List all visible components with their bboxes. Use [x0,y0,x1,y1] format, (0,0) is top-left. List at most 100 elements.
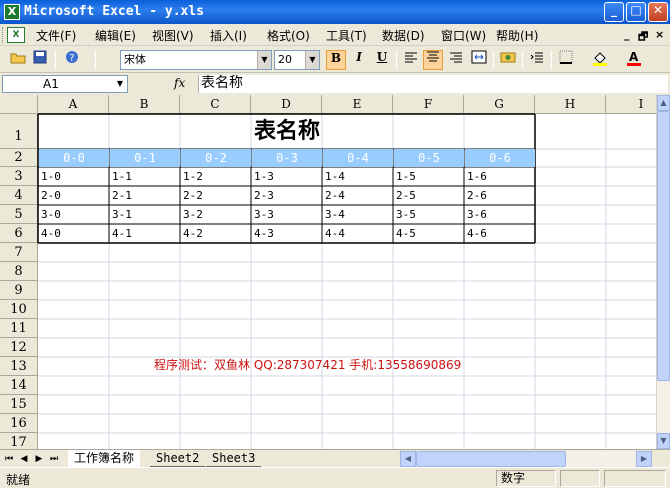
table-data-cell[interactable]: 1-2 [181,167,251,186]
contact-note-cell[interactable]: 程序测试：双鱼林 QQ:287307421 手机:13558690869 [154,356,461,373]
save-icon[interactable] [30,50,50,70]
table-data-cell[interactable]: 3-3 [252,205,322,224]
close-button[interactable]: ✕ [648,2,668,22]
table-header-cell[interactable]: 0-3 [252,149,322,167]
formula-input[interactable]: 表名称 [198,75,668,93]
last-sheet-icon[interactable]: ⏭ [48,452,60,466]
menu-window[interactable]: 窗口(W) [441,27,486,43]
mdi-minimize-button[interactable]: _ [624,28,630,41]
table-data-cell[interactable]: 4-0 [39,224,109,243]
excel-icon[interactable]: X [4,4,20,20]
table-data-cell[interactable]: 2-0 [39,186,109,205]
font-size-combo[interactable]: 20 ▼ [274,50,320,70]
align-right-icon[interactable] [446,50,466,70]
chevron-down-icon[interactable]: ▼ [257,51,271,69]
merge-center-icon[interactable] [469,50,489,70]
table-data-cell[interactable]: 3-5 [394,205,464,224]
indent-icon[interactable] [527,50,547,70]
table-data-cell[interactable]: 1-6 [465,167,535,186]
menu-file[interactable]: 文件(F) [36,27,76,43]
table-data-cell[interactable]: 2-5 [394,186,464,205]
fx-icon[interactable]: fx [174,76,185,90]
underline-button[interactable]: U [372,50,392,70]
table-title-cell[interactable]: 表名称 [39,114,535,149]
menu-grip[interactable] [2,27,5,43]
title-bar[interactable]: X Microsoft Excel - y.xls _ □ ✕ [0,0,670,24]
fill-color-icon[interactable] [590,50,610,70]
italic-button[interactable]: I [349,50,369,70]
horizontal-scroll-thumb[interactable] [416,451,566,467]
horizontal-scrollbar[interactable]: ◀ ▶ [400,451,652,467]
prev-sheet-icon[interactable]: ◀ [18,452,30,466]
worksheet-grid[interactable]: ABCDEFGHI 1 2 3 4 5 6 7 8 9 10 11 12 13 14 15 16 17 表名称 … [0,95,656,449]
toolbar-separator [396,51,397,69]
table-data-cell[interactable]: 1-3 [252,167,322,186]
table-header-cell[interactable]: 0-2 [181,149,251,167]
table-header-cell[interactable]: 0-6 [465,149,535,167]
table-data-cell[interactable]: 2-3 [252,186,322,205]
chevron-down-icon[interactable]: ▼ [113,76,127,92]
maximize-button[interactable]: □ [626,2,646,22]
font-name-combo[interactable]: 宋体 ▼ [120,50,272,70]
table-data-cell[interactable]: 3-2 [181,205,251,224]
bold-button[interactable]: B [326,50,346,70]
mdi-restore-button[interactable]: 🗗 [638,28,648,47]
table-data-cell[interactable]: 4-5 [394,224,464,243]
menu-data[interactable]: 数据(D) [382,27,425,43]
table-header-cell[interactable]: 0-4 [323,149,393,167]
currency-icon[interactable] [498,50,518,70]
sheet-tab-sheet2[interactable]: Sheet2 [150,450,206,467]
table-data-cell[interactable]: 2-2 [181,186,251,205]
table-data-cell[interactable]: 3-1 [110,205,180,224]
table-data-cell[interactable]: 4-3 [252,224,322,243]
menu-view[interactable]: 视图(V) [152,27,194,43]
table-header-cell[interactable]: 0-1 [110,149,180,167]
minimize-button[interactable]: _ [604,2,624,22]
scroll-right-icon[interactable]: ▶ [636,451,652,467]
menu-tools[interactable]: 工具(T) [326,27,367,43]
menu-insert[interactable]: 插入(I) [210,27,247,43]
menu-format[interactable]: 格式(O) [267,27,310,43]
table-data-cell[interactable]: 1-5 [394,167,464,186]
align-center-icon[interactable] [423,50,443,70]
scroll-left-icon[interactable]: ◀ [400,451,416,467]
workbook-icon[interactable]: X [7,27,25,43]
status-numlock: 数字 [496,470,556,487]
sheet-tab-active[interactable]: 工作簿名称 [68,450,141,467]
name-box[interactable]: A1 ▼ [2,75,128,93]
table-data-cell[interactable]: 3-0 [39,205,109,224]
table-header-cell[interactable]: 0-0 [39,149,109,167]
align-left-icon[interactable] [401,50,421,70]
sheet-tab-sheet3[interactable]: Sheet3 [206,450,262,467]
open-icon[interactable] [8,50,28,70]
table-data-cell[interactable]: 1-0 [39,167,109,186]
mdi-close-button[interactable]: × [655,28,664,41]
table-data-cell[interactable]: 2-1 [110,186,180,205]
scroll-down-icon[interactable]: ▼ [657,433,670,449]
next-sheet-icon[interactable]: ▶ [33,452,45,466]
table-data-cell[interactable]: 2-4 [323,186,393,205]
table-data-cell[interactable]: 3-4 [323,205,393,224]
first-sheet-icon[interactable]: ⏮ [3,452,15,466]
chevron-down-icon[interactable]: ▼ [305,51,319,69]
vertical-scrollbar[interactable]: ▲ ▼ [656,95,670,449]
maximize-icon: □ [630,3,642,17]
table-data-cell[interactable]: 3-6 [465,205,535,224]
sheet-tab-bar: ⏮ ◀ ▶ ⏭ 工作簿名称 Sheet2 Sheet3 ◀ ▶ [0,449,670,467]
svg-text:A: A [629,50,639,64]
menu-help[interactable]: 帮助(H) [496,27,538,43]
vertical-scroll-thumb[interactable] [657,111,670,381]
table-data-cell[interactable]: 4-6 [465,224,535,243]
borders-icon[interactable] [556,50,576,70]
table-data-cell[interactable]: 2-6 [465,186,535,205]
table-data-cell[interactable]: 4-1 [110,224,180,243]
table-data-cell[interactable]: 4-2 [181,224,251,243]
table-data-cell[interactable]: 1-4 [323,167,393,186]
table-data-cell[interactable]: 4-4 [323,224,393,243]
help-icon[interactable]: ? [62,50,82,70]
menu-edit[interactable]: 编辑(E) [95,27,136,43]
scroll-up-icon[interactable]: ▲ [657,95,670,111]
table-header-cell[interactable]: 0-5 [394,149,464,167]
font-color-icon[interactable]: A [624,50,644,70]
table-data-cell[interactable]: 1-1 [110,167,180,186]
